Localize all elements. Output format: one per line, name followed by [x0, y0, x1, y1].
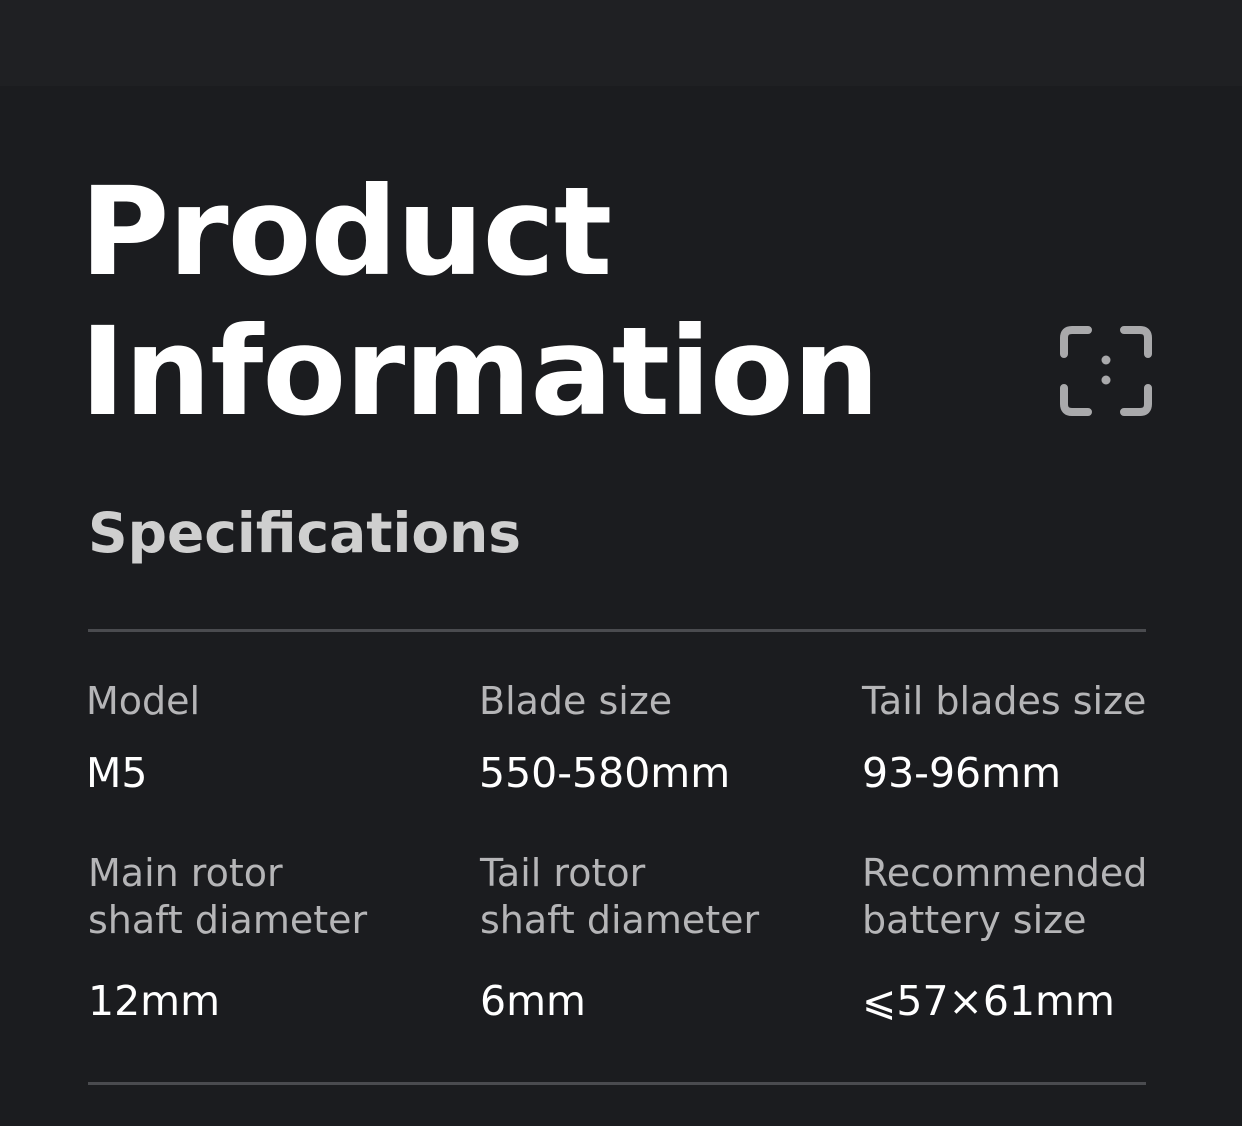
- spec-tail-rotor-shaft: Tail rotor shaft diameter 6mm: [480, 850, 840, 1028]
- spec-label: Recommended battery size: [862, 851, 1148, 942]
- spec-recommended-battery: Recommended battery size ⩽57×61mm: [862, 850, 1222, 1028]
- spec-model: Model M5: [86, 678, 446, 800]
- spec-value: 6mm: [480, 977, 586, 1025]
- spec-value: 12mm: [88, 977, 221, 1025]
- top-strip: [0, 0, 1242, 86]
- page-title-line-2: Information: [80, 301, 880, 443]
- spec-main-rotor-shaft: Main rotor shaft diameter 12mm: [88, 850, 448, 1028]
- specifications-heading: Specifications: [88, 501, 522, 565]
- scan-frame-icon[interactable]: [1058, 324, 1154, 418]
- spec-value: M5: [86, 749, 148, 797]
- page-title-line-1: Product: [80, 161, 612, 303]
- spec-label: Model: [86, 679, 201, 723]
- divider-bottom: [88, 1082, 1146, 1085]
- page-title: Product Information: [80, 161, 880, 443]
- spec-label: Tail blades size: [862, 679, 1147, 723]
- divider-top: [88, 629, 1146, 632]
- spec-value: ⩽57×61mm: [862, 977, 1115, 1025]
- spec-label: Blade size: [479, 679, 673, 723]
- spec-value: 550-580mm: [479, 749, 731, 797]
- spec-label: Main rotor shaft diameter: [88, 851, 368, 942]
- spec-label: Tail rotor shaft diameter: [480, 851, 760, 942]
- spec-tail-blades-size: Tail blades size 93-96mm: [862, 678, 1222, 800]
- spec-value: 93-96mm: [862, 749, 1062, 797]
- spec-blade-size: Blade size 550-580mm: [479, 678, 839, 800]
